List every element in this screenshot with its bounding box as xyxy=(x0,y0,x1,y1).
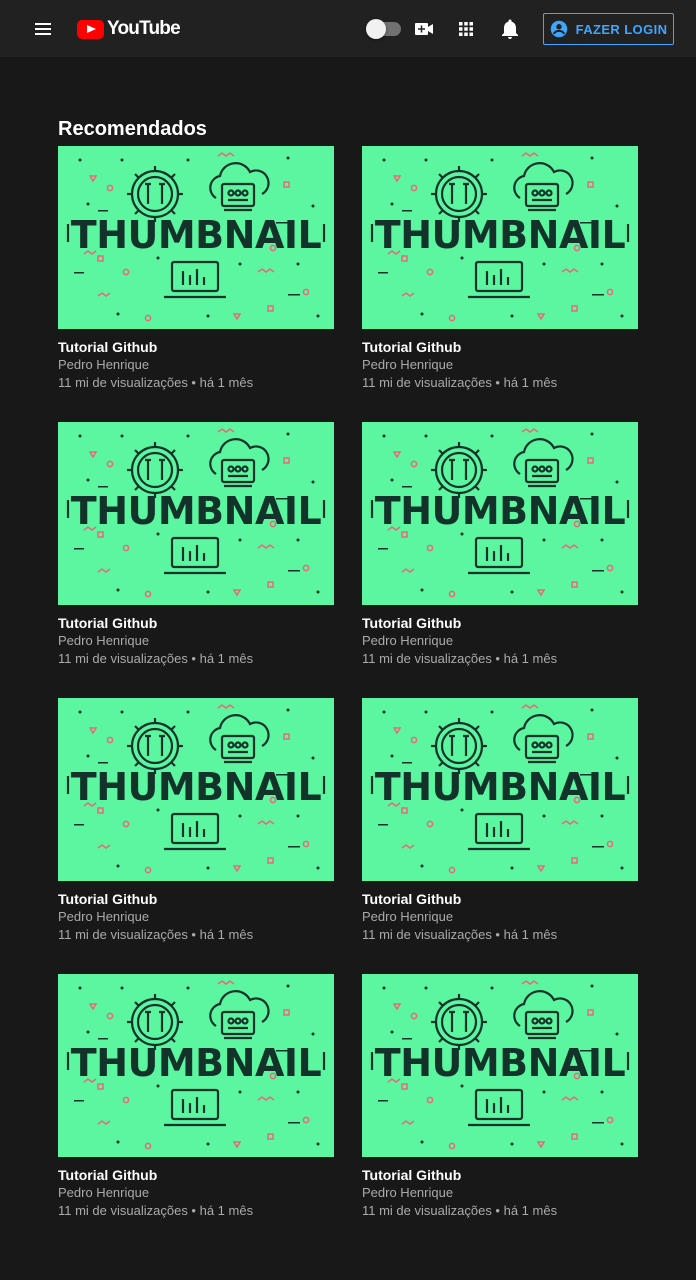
video-thumbnail[interactable]: THUMBNAIL xyxy=(362,422,638,605)
video-channel[interactable]: Pedro Henrique xyxy=(58,908,334,926)
thumbnail-text: THUMBNAIL xyxy=(374,213,626,257)
video-thumbnail[interactable]: THUMBNAIL xyxy=(58,146,334,329)
masthead: YouTube FAZER LOGIN xyxy=(0,0,696,57)
logo-text: YouTube xyxy=(107,18,181,39)
video-card[interactable]: THUMBNAIL Tutorial Github Pedro Henrique… xyxy=(362,698,638,942)
menu-icon[interactable] xyxy=(31,17,55,41)
video-thumbnail[interactable]: THUMBNAIL xyxy=(58,422,334,605)
video-meta: 11 mi de visualizações • há 1 mês xyxy=(58,375,254,390)
video-meta: 11 mi de visualizações • há 1 mês xyxy=(58,927,254,942)
video-grid: THUMBNAIL Tutorial Github Pedro Henrique… xyxy=(58,146,638,1218)
thumbnail-text: THUMBNAIL xyxy=(374,489,626,533)
apps-grid-icon[interactable] xyxy=(454,17,478,41)
thumbnail-text: THUMBNAIL xyxy=(70,765,322,809)
video-meta: 11 mi de visualizações • há 1 mês xyxy=(362,927,558,942)
bell-icon[interactable] xyxy=(498,17,522,41)
video-card[interactable]: THUMBNAIL Tutorial Github Pedro Henrique… xyxy=(58,422,334,666)
video-channel[interactable]: Pedro Henrique xyxy=(362,356,638,374)
video-channel[interactable]: Pedro Henrique xyxy=(58,356,334,374)
account-circle-icon xyxy=(550,20,568,38)
video-meta: 11 mi de visualizações • há 1 mês xyxy=(362,651,558,666)
video-card[interactable]: THUMBNAIL Tutorial Github Pedro Henrique… xyxy=(58,146,334,390)
video-meta: 11 mi de visualizações • há 1 mês xyxy=(362,1203,558,1218)
video-channel[interactable]: Pedro Henrique xyxy=(362,1184,638,1202)
video-thumbnail[interactable]: THUMBNAIL xyxy=(58,974,334,1157)
video-title[interactable]: Tutorial Github xyxy=(362,338,638,356)
section-title: Recomendados xyxy=(58,118,207,140)
video-meta: 11 mi de visualizações • há 1 mês xyxy=(58,651,254,666)
toggle-knob xyxy=(366,19,386,39)
video-title[interactable]: Tutorial Github xyxy=(58,1166,334,1184)
video-thumbnail[interactable]: THUMBNAIL xyxy=(362,146,638,329)
add-video-icon[interactable] xyxy=(412,17,436,41)
thumbnail-text: THUMBNAIL xyxy=(70,213,322,257)
video-thumbnail[interactable]: THUMBNAIL xyxy=(58,698,334,881)
video-card[interactable]: THUMBNAIL Tutorial Github Pedro Henrique… xyxy=(362,146,638,390)
thumbnail-text: THUMBNAIL xyxy=(70,1041,322,1085)
video-card[interactable]: THUMBNAIL Tutorial Github Pedro Henrique… xyxy=(362,974,638,1218)
youtube-logo[interactable]: YouTube xyxy=(77,17,181,41)
video-channel[interactable]: Pedro Henrique xyxy=(58,632,334,650)
video-channel[interactable]: Pedro Henrique xyxy=(58,1184,334,1202)
video-channel[interactable]: Pedro Henrique xyxy=(362,632,638,650)
video-thumbnail[interactable]: THUMBNAIL xyxy=(362,974,638,1157)
video-title[interactable]: Tutorial Github xyxy=(362,890,638,908)
video-card[interactable]: THUMBNAIL Tutorial Github Pedro Henrique… xyxy=(362,422,638,666)
thumbnail-text: THUMBNAIL xyxy=(374,1041,626,1085)
video-title[interactable]: Tutorial Github xyxy=(362,614,638,632)
video-title[interactable]: Tutorial Github xyxy=(362,1166,638,1184)
video-title[interactable]: Tutorial Github xyxy=(58,890,334,908)
video-title[interactable]: Tutorial Github xyxy=(58,338,334,356)
video-channel[interactable]: Pedro Henrique xyxy=(362,908,638,926)
video-meta: 11 mi de visualizações • há 1 mês xyxy=(362,375,558,390)
login-button[interactable]: FAZER LOGIN xyxy=(543,13,674,45)
thumbnail-text: THUMBNAIL xyxy=(374,765,626,809)
login-label: FAZER LOGIN xyxy=(575,21,668,37)
video-meta: 11 mi de visualizações • há 1 mês xyxy=(58,1203,254,1218)
thumbnail-text: THUMBNAIL xyxy=(70,489,322,533)
youtube-play-icon xyxy=(77,19,104,39)
video-thumbnail[interactable]: THUMBNAIL xyxy=(362,698,638,881)
video-card[interactable]: THUMBNAIL Tutorial Github Pedro Henrique… xyxy=(58,974,334,1218)
theme-toggle[interactable] xyxy=(366,19,401,39)
video-card[interactable]: THUMBNAIL Tutorial Github Pedro Henrique… xyxy=(58,698,334,942)
video-title[interactable]: Tutorial Github xyxy=(58,614,334,632)
